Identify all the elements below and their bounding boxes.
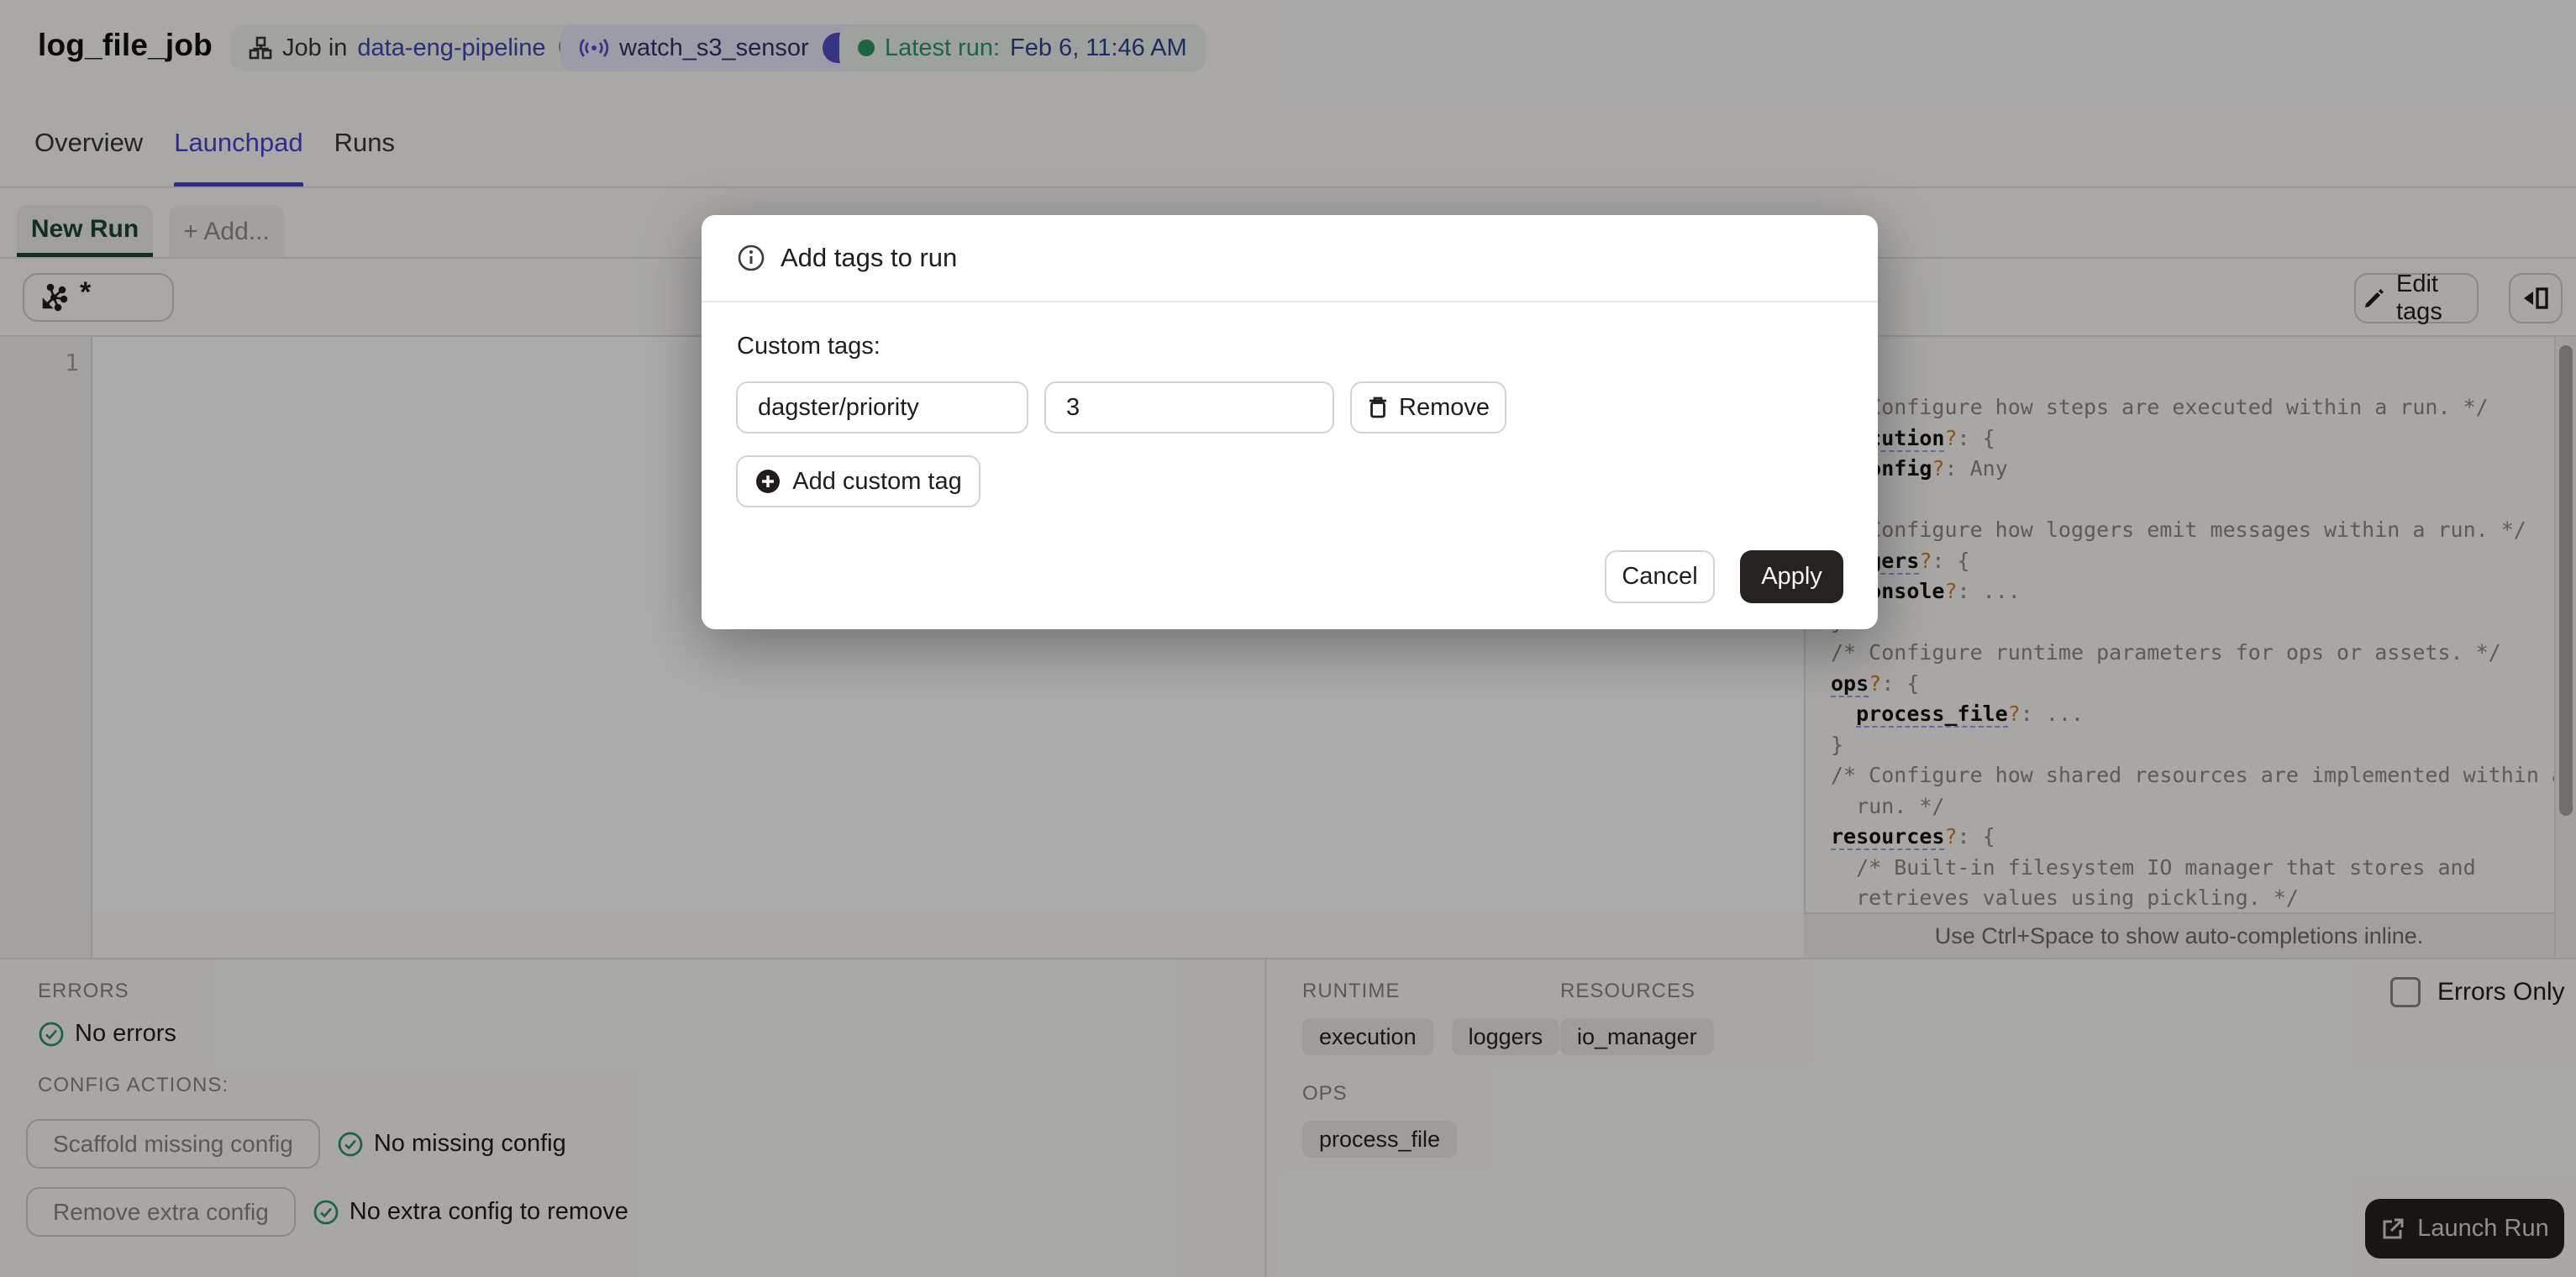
trash-icon bbox=[1367, 395, 1389, 420]
info-icon bbox=[737, 244, 765, 272]
add-custom-tag-label: Add custom tag bbox=[792, 467, 962, 495]
modal-overlay[interactable] bbox=[0, 0, 2576, 1277]
custom-tag-rows: Remove bbox=[736, 381, 1506, 434]
remove-label: Remove bbox=[1399, 393, 1490, 421]
custom-tag-row: Remove bbox=[736, 381, 1506, 434]
custom-tags-label: Custom tags: bbox=[737, 333, 881, 360]
launchpad-page: log_file_job Job in data-eng-pipeline wa… bbox=[0, 0, 2576, 1277]
tag-key-input[interactable] bbox=[736, 381, 1028, 434]
remove-tag-button[interactable]: Remove bbox=[1350, 381, 1506, 434]
tag-value-input[interactable] bbox=[1044, 381, 1334, 434]
dialog-header: Add tags to run bbox=[702, 215, 1878, 302]
add-tags-dialog: Add tags to run Custom tags: Remove Add … bbox=[702, 215, 1878, 629]
cancel-button[interactable]: Cancel bbox=[1605, 550, 1715, 603]
dialog-title: Add tags to run bbox=[781, 243, 958, 272]
apply-button[interactable]: Apply bbox=[1740, 550, 1843, 603]
plus-circle-icon bbox=[754, 468, 781, 495]
dialog-footer: Cancel Apply bbox=[1605, 550, 1843, 603]
add-custom-tag-button[interactable]: Add custom tag bbox=[736, 455, 980, 507]
